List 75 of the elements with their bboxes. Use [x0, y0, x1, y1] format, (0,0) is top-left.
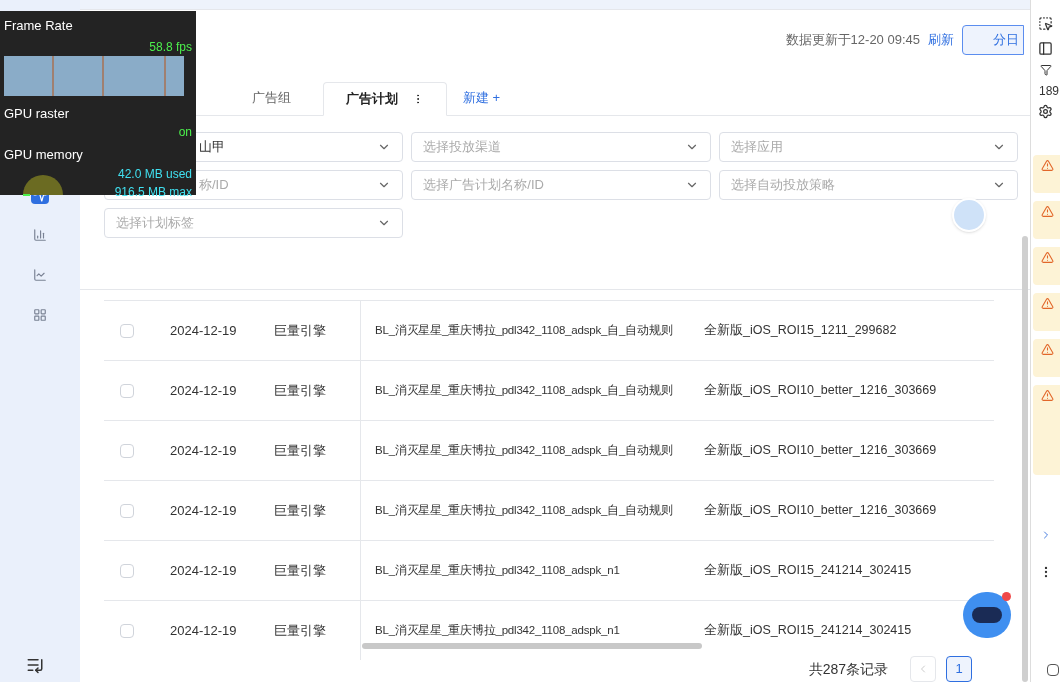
warning-icon: [1041, 297, 1054, 310]
memory-max: 916.5 MB max: [114, 183, 192, 201]
table-cell-text: 2024-12-19: [170, 321, 238, 340]
table-cell-text: 巨量引擎: [274, 321, 327, 340]
select-field[interactable]: 选择投放渠道: [411, 132, 711, 162]
row-checkbox[interactable]: [120, 623, 134, 638]
table-cell-text: 巨量引擎: [274, 621, 327, 640]
select-field[interactable]: 选择计划标签: [104, 208, 404, 238]
table-cell-text: 巨量引擎: [274, 381, 327, 400]
update-time: 数据更新于12-20 09:45: [785, 31, 920, 50]
sidebar-item[interactable]: [31, 306, 49, 324]
table-cell-text: 全新版_iOS_ROI10_better_1216_303669: [704, 442, 937, 460]
warning-icon: [1041, 205, 1054, 218]
issue-count: 189: [1038, 83, 1060, 100]
table-cell-text: BL_消灭星星_重庆博拉_pdl342_1108_adspk_自_自动规则: [375, 502, 673, 518]
row-checkbox[interactable]: [120, 443, 134, 458]
table-cell-text: BL_消灭星星_重庆博拉_pdl342_1108_adspk_n1: [375, 562, 620, 578]
table-cell-text: 巨量引擎: [274, 561, 327, 580]
sidebar-toggle-icon[interactable]: [1038, 41, 1053, 56]
select-field[interactable]: 选择应用: [718, 132, 1018, 162]
overlay-label: Frame Rate: [4, 17, 74, 35]
table-cell-text: 巨量引擎: [274, 501, 327, 520]
table-cell-text: 巨量引擎: [274, 441, 327, 460]
warning-icon: [1041, 159, 1054, 172]
table-cell-text: 全新版_iOS_ROI10_better_1216_303669: [704, 502, 937, 520]
new-tab-button[interactable]: 新建 +: [447, 81, 517, 115]
warning-icon: [1041, 343, 1054, 356]
page-button[interactable]: 1: [946, 656, 972, 682]
checkbox[interactable]: [1047, 664, 1059, 676]
sidebar-item[interactable]: [31, 266, 49, 284]
assistant-avatar[interactable]: [952, 198, 986, 232]
granularity-button[interactable]: 分日: [962, 25, 1024, 55]
horizontal-scrollbar[interactable]: [362, 643, 702, 649]
table-cell-text: 全新版_iOS_ROI10_better_1216_303669: [704, 382, 937, 400]
table-cell-text: 2024-12-19: [170, 501, 238, 520]
warning-card[interactable]: [1033, 155, 1060, 193]
total-records: 共287条记录: [808, 659, 888, 679]
fps-value: 58.8 fps: [149, 38, 192, 56]
warning-card[interactable]: [1033, 201, 1060, 239]
warning-card[interactable]: [1033, 339, 1060, 377]
row-checkbox[interactable]: [120, 503, 134, 518]
table-cell-text: 2024-12-19: [170, 621, 238, 640]
table-cell-text: 2024-12-19: [170, 441, 238, 460]
tab[interactable]: 广告计划: [323, 82, 447, 116]
row-checkbox[interactable]: [120, 323, 134, 338]
filter-icon[interactable]: [1039, 64, 1052, 76]
tab[interactable]: 广告组: [220, 81, 323, 115]
table-cell-text: 全新版_iOS_ROI15_241214_302415: [704, 622, 912, 640]
vertical-scrollbar[interactable]: [1022, 236, 1028, 682]
row-checkbox[interactable]: [120, 563, 134, 578]
table-cell-text: BL_消灭星星_重庆博拉_pdl342_1108_adspk_自_自动规则: [375, 382, 673, 398]
table-cell-text: BL_消灭星星_重庆博拉_pdl342_1108_adspk_自_自动规则: [375, 442, 673, 458]
sidebar-item[interactable]: [31, 226, 49, 244]
select-field[interactable]: 选择自动投放策略: [718, 170, 1018, 200]
inspect-icon[interactable]: [1038, 16, 1053, 31]
settings-icon[interactable]: [1038, 104, 1053, 119]
table-cell-text: 2024-12-19: [170, 381, 238, 400]
memory-gauge: [22, 172, 64, 197]
collapse-menu-button[interactable]: [26, 656, 44, 674]
warning-card[interactable]: [1033, 385, 1060, 475]
warning-card[interactable]: [1033, 247, 1060, 285]
refresh-link[interactable]: 刷新: [928, 30, 954, 50]
select-field[interactable]: 选择广告计划名称/ID: [411, 170, 711, 200]
table-cell-text: BL_消灭星星_重庆博拉_pdl342_1108_adspk_n1: [375, 622, 620, 638]
chatbot-icon[interactable]: [963, 592, 1011, 638]
table-cell-text: BL_消灭星星_重庆博拉_pdl342_1108_adspk_自_自动规则: [375, 322, 673, 338]
row-checkbox[interactable]: [120, 383, 134, 398]
table-cell-text: 2024-12-19: [170, 561, 238, 580]
warning-icon: [1041, 251, 1054, 264]
warning-card[interactable]: [1033, 293, 1060, 331]
table-cell-text: 全新版_iOS_ROI15_1211_299682: [704, 322, 897, 340]
overlay-label: GPU memory: [4, 146, 84, 164]
table-cell-text: 全新版_iOS_ROI15_241214_302415: [704, 562, 912, 580]
warning-icon: [1041, 389, 1054, 402]
overlay-label: GPU raster: [4, 104, 70, 123]
